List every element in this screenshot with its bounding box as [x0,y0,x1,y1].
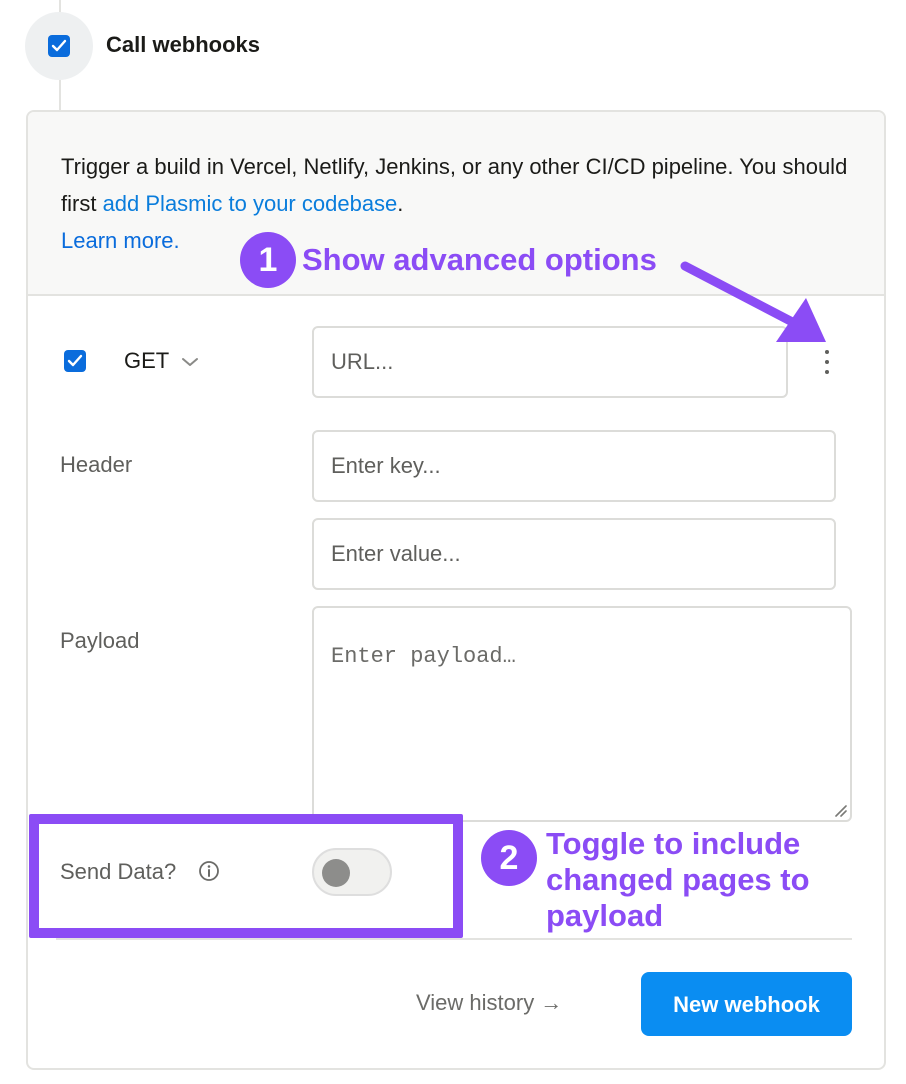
chevron-down-icon [181,358,198,367]
header-key-input[interactable]: Enter key... [312,430,836,502]
annotation-text-1: Show advanced options [302,242,657,277]
new-webhook-button[interactable]: New webhook [641,972,852,1036]
key-placeholder: Enter key... [331,453,441,478]
webhooks-settings-page: Call webhooks Trigger a build in Vercel,… [0,0,906,1084]
step-title: Call webhooks [106,32,261,57]
header-value-input[interactable]: Enter value... [312,518,836,590]
footer-divider [56,938,852,940]
payload-placeholder: Enter payload… [331,644,516,669]
payload-label: Payload [60,628,140,653]
view-history-link[interactable]: View history → [416,990,562,1016]
resize-grip-icon[interactable] [833,803,847,817]
highlight-box [29,814,463,938]
annotation-text-2: Toggle to include changed pages to paylo… [546,826,810,933]
url-placeholder: URL... [331,349,394,374]
payload-textarea[interactable]: Enter payload… [312,606,852,822]
add-plasmic-link[interactable]: add Plasmic to your codebase [103,191,398,216]
header-label: Header [60,452,133,477]
checkmark-icon [67,354,83,367]
value-placeholder: Enter value... [331,541,461,566]
learn-more-link[interactable]: Learn more. [61,228,180,254]
webhook-enabled-checkbox[interactable] [64,350,86,372]
annotation-badge-1: 1 [240,232,296,288]
annotation-arrow-icon [680,261,826,342]
method-value: GET [124,348,169,373]
intro-text-after: . [397,191,404,216]
checkmark-icon [51,39,67,52]
intro-description: Trigger a build in Vercel, Netlify, Jenk… [61,148,861,222]
annotation-badge-2: 2 [481,830,537,886]
step-checkbox[interactable] [48,35,70,57]
method-select[interactable]: GET [124,348,199,374]
